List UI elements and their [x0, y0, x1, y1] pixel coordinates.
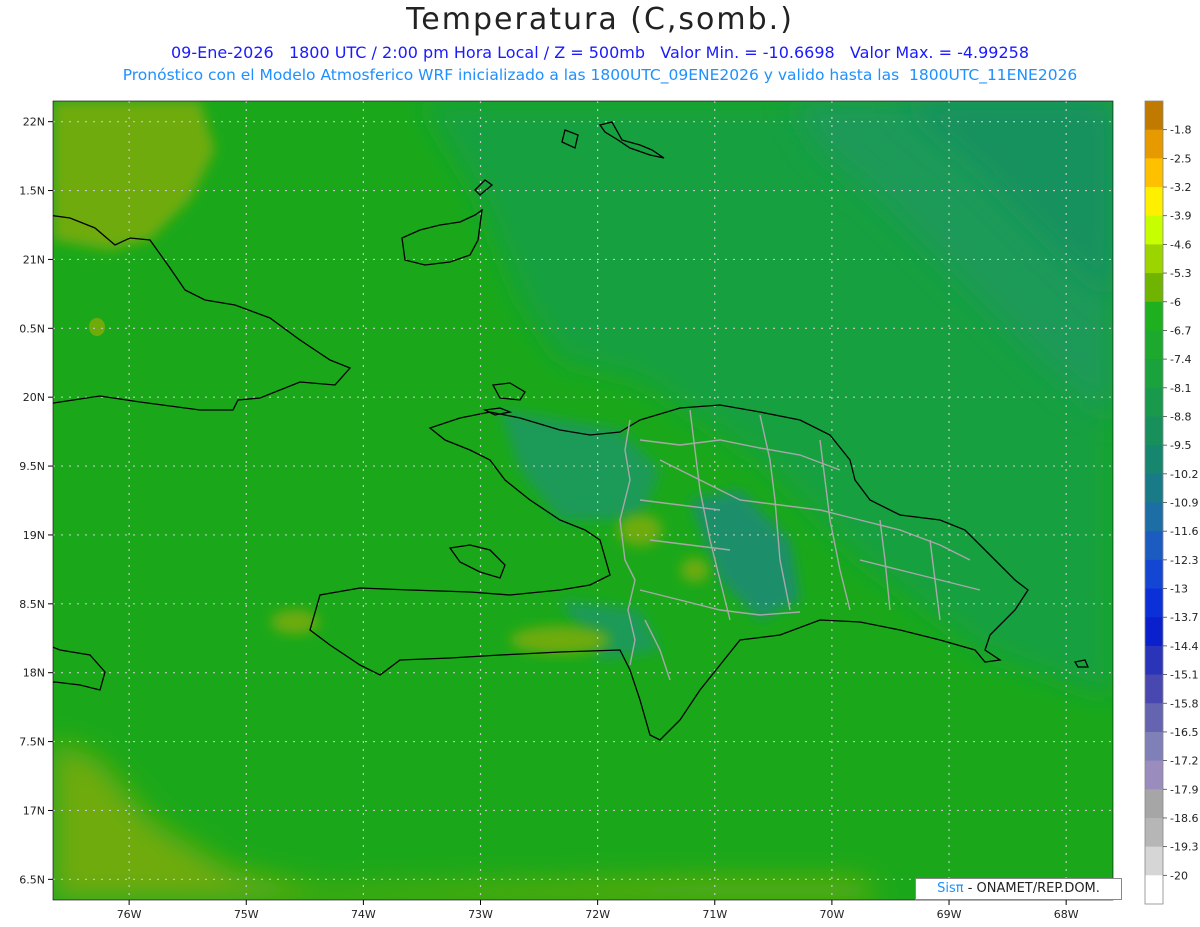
colorbar-swatch-21 [1145, 703, 1163, 733]
lat-axis: 22N 1.5N 21N 0.5N 20N 9.5N 19N 8.5N 18N 7.5N 17N 6.… [19, 116, 53, 886]
credit-brand: Sisπ [937, 881, 964, 896]
colorbar-swatch-19 [1145, 645, 1163, 676]
map-canvas: 22N 1.5N 21N 0.5N 20N 9.5N 19N 8.5N 18N 7.5N 17N 6.… [19, 100, 1198, 921]
colorbar-swatch-18 [1145, 617, 1163, 647]
colorbar-label-24: -18.6 [1170, 812, 1198, 825]
lat-tick-label-4: 20N [23, 391, 45, 404]
lat-tick-label-11: 6.5N [19, 873, 45, 886]
colorbar-label-16: -13 [1170, 583, 1188, 596]
colorbar-label-11: -9.5 [1170, 439, 1191, 452]
colorbar-label-1: -2.5 [1170, 152, 1191, 165]
colorbar-label-2: -3.2 [1170, 181, 1191, 194]
colorbar-swatch-2 [1145, 158, 1163, 188]
colorbar-swatch-7 [1145, 301, 1163, 331]
colorbar-swatch-9 [1145, 359, 1163, 389]
colorbar-label-10: -8.8 [1170, 410, 1191, 423]
lat-tick-label-3: 0.5N [19, 322, 45, 335]
colorbar-label-14: -11.6 [1170, 525, 1198, 538]
lon-tick-label-7: 69W [937, 908, 962, 921]
lon-tick-label-8: 68W [1054, 908, 1079, 921]
lon-tick-label-6: 70W [819, 908, 844, 921]
colorbar-label-4: -4.6 [1170, 238, 1191, 251]
colorbar-swatch-25 [1145, 817, 1163, 848]
colorbar-swatch-17 [1145, 588, 1163, 618]
colorbar-swatch-26 [1145, 846, 1163, 876]
colorbar-swatch-10 [1145, 387, 1163, 417]
lat-tick-label-7: 8.5N [19, 598, 45, 611]
colorbar-label-20: -15.8 [1170, 697, 1198, 710]
colorbar-label-25: -19.3 [1170, 841, 1198, 854]
colorbar-swatch-11 [1145, 416, 1163, 446]
colorbar-label-12: -10.2 [1170, 468, 1198, 481]
colorbar-swatch-0 [1145, 101, 1163, 131]
colorbar-label-15: -12.3 [1170, 554, 1198, 567]
lon-tick-label-0: 76W [117, 908, 142, 921]
credit-box: Sisπ - ONAMET/REP.DOM. [915, 878, 1122, 900]
lat-tick-label-10: 17N [23, 804, 45, 817]
colorbar-swatch-1 [1145, 129, 1163, 159]
colorbar-label-23: -17.9 [1170, 783, 1198, 796]
colorbar-swatch-4 [1145, 215, 1163, 245]
lon-tick-label-5: 71W [702, 908, 727, 921]
colorbar-swatch-13 [1145, 473, 1163, 503]
colorbar-label-6: -6 [1170, 296, 1181, 309]
colorbar-label-3: -3.9 [1170, 210, 1191, 223]
colorbar-swatch-22 [1145, 731, 1163, 762]
field-warm-spot-4 [510, 626, 610, 654]
temperature-field [53, 101, 1113, 900]
colorbar-swatch-23 [1145, 760, 1163, 790]
lat-tick-label-0: 22N [23, 116, 45, 129]
credit-text: - ONAMET/REP.DOM. [963, 881, 1100, 896]
lon-tick-label-2: 74W [351, 908, 376, 921]
lon-tick-label-3: 73W [468, 908, 493, 921]
colorbar-swatch-6 [1145, 273, 1163, 303]
colorbar-label-13: -10.9 [1170, 497, 1198, 510]
lat-tick-label-5: 9.5N [19, 460, 45, 473]
lon-axis: 76W 75W 74W 73W 72W 71W 70W 69W 68W [117, 900, 1079, 921]
colorbar-swatch-24 [1145, 789, 1163, 819]
colorbar-label-19: -15.1 [1170, 669, 1198, 682]
colorbar: -1.8 -2.5 -3.2 -3.9 -4.6 -5.3 -6 -6.7 -7.4 -8.1 -8… [1144, 100, 1198, 905]
lon-tick-label-4: 72W [585, 908, 610, 921]
lat-tick-label-9: 7.5N [19, 736, 45, 749]
colorbar-swatch-15 [1145, 531, 1163, 561]
colorbar-label-18: -14.4 [1170, 640, 1198, 653]
colorbar-label-7: -6.7 [1170, 324, 1191, 337]
colorbar-swatch-8 [1145, 330, 1163, 360]
colorbar-label-17: -13.7 [1170, 611, 1198, 624]
field-warm-spot-2 [681, 558, 709, 582]
colorbar-swatch-5 [1145, 244, 1163, 274]
colorbar-label-5: -5.3 [1170, 267, 1191, 280]
colorbar-label-22: -17.2 [1170, 755, 1198, 768]
lat-tick-label-8: 18N [23, 667, 45, 680]
colorbar-label-9: -8.1 [1170, 382, 1191, 395]
colorbar-label-26: -20 [1170, 869, 1188, 882]
colorbar-label-0: -1.8 [1170, 124, 1191, 137]
colorbar-swatch-14 [1145, 502, 1163, 532]
colorbar-swatch-16 [1145, 559, 1163, 590]
colorbar-swatch-20 [1145, 674, 1163, 704]
lon-tick-label-1: 75W [234, 908, 259, 921]
field-warm-spot-5 [89, 318, 105, 336]
colorbar-label-8: -7.4 [1170, 353, 1191, 366]
lat-tick-label-1: 1.5N [19, 185, 45, 198]
colorbar-label-21: -16.5 [1170, 726, 1198, 739]
colorbar-swatch-12 [1145, 445, 1163, 475]
colorbar-swatch-3 [1145, 187, 1163, 217]
lat-tick-label-6: 19N [23, 529, 45, 542]
colorbar-swatch-27 [1145, 875, 1163, 905]
lat-tick-label-2: 21N [23, 253, 45, 266]
